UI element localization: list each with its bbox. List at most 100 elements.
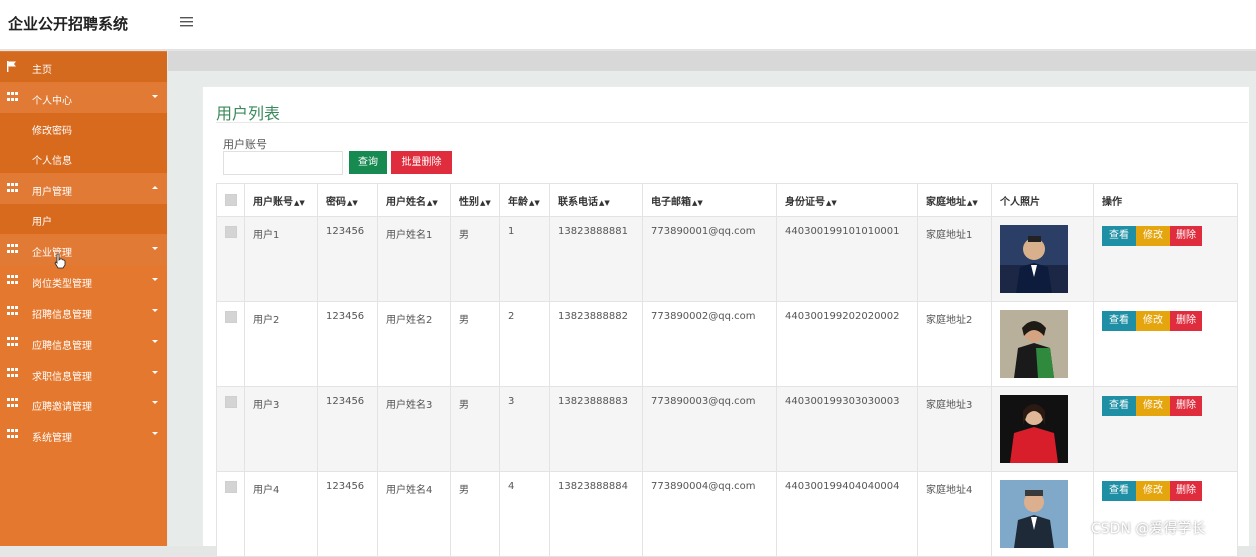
- view-button[interactable]: 查看: [1102, 481, 1136, 501]
- account-cell: 用户1: [244, 216, 318, 302]
- account-cell: 用户4: [244, 471, 318, 557]
- sidebar-item-invitation-management[interactable]: 应聘邀请管理: [0, 389, 167, 419]
- sidebar-item-personal-info[interactable]: 个人信息: [0, 143, 167, 173]
- batch-delete-button[interactable]: 批量删除: [391, 151, 452, 174]
- sidebar-item-label: 用户: [32, 217, 52, 228]
- sidebar-item-users[interactable]: 用户: [0, 204, 167, 234]
- delete-button[interactable]: 删除: [1170, 226, 1202, 246]
- sidebar-item-label: 求职信息管理: [32, 372, 92, 383]
- column-header-label: 操作: [1102, 196, 1122, 208]
- select-all-checkbox[interactable]: [225, 193, 237, 206]
- grid-icon: [7, 429, 18, 440]
- divider: [216, 122, 1248, 123]
- email-cell: 773890002@qq.com: [642, 301, 777, 387]
- chevron-down-icon: [152, 340, 158, 343]
- sidebar-item-recruitment-info-management[interactable]: 招聘信息管理: [0, 297, 167, 327]
- phone-cell: 13823888882: [549, 301, 643, 387]
- name-cell: 用户姓名2: [377, 301, 451, 387]
- delete-button[interactable]: 删除: [1170, 311, 1202, 331]
- actions-cell: 查看 修改 删除: [1093, 216, 1238, 302]
- column-header[interactable]: 性别▲▼: [450, 183, 500, 217]
- sidebar-item-label: 修改密码: [32, 126, 72, 137]
- column-header-label: 用户姓名: [386, 196, 426, 208]
- delete-button[interactable]: 删除: [1170, 396, 1202, 416]
- column-header-label: 联系电话: [558, 196, 598, 208]
- sidebar-item-personal-center[interactable]: 个人中心: [0, 83, 167, 113]
- edit-button[interactable]: 修改: [1136, 396, 1170, 416]
- edit-button[interactable]: 修改: [1136, 226, 1170, 246]
- sort-icon: ▲▼: [427, 198, 438, 207]
- id-card-cell: 440300199101010001: [776, 216, 918, 302]
- view-button[interactable]: 查看: [1102, 396, 1136, 416]
- column-header-label: 年龄: [508, 196, 528, 208]
- sidebar-item-home[interactable]: 主页: [0, 52, 167, 82]
- user-table: 用户账号▲▼ 密码▲▼ 用户姓名▲▼ 性别▲▼ 年龄▲▼ 联系电话▲▼ 电子邮箱…: [216, 183, 1238, 557]
- email-cell: 773890001@qq.com: [642, 216, 777, 302]
- gender-cell: 男: [450, 386, 500, 472]
- search-input[interactable]: [223, 151, 343, 175]
- column-header[interactable]: 密码▲▼: [317, 183, 378, 217]
- row-select-cell: [216, 386, 245, 472]
- column-header-label: 性别: [459, 196, 479, 208]
- name-cell: 用户姓名1: [377, 216, 451, 302]
- edit-button[interactable]: 修改: [1136, 481, 1170, 501]
- column-header-label: 电子邮箱: [651, 196, 691, 208]
- gender-cell: 男: [450, 471, 500, 557]
- column-header-label: 家庭地址: [926, 196, 966, 208]
- delete-button[interactable]: 删除: [1170, 481, 1202, 501]
- sidebar-item-label: 个人中心: [32, 96, 72, 107]
- id-card-cell: 440300199404040004: [776, 471, 918, 557]
- gender-cell: 男: [450, 301, 500, 387]
- chevron-down-icon: [152, 95, 158, 98]
- sort-icon: ▲▼: [692, 198, 703, 207]
- column-header-label: 个人照片: [1000, 196, 1040, 208]
- table-row: 用户2 123456 用户姓名2 男 2 13823888882 7738900…: [216, 301, 1238, 387]
- row-checkbox[interactable]: [225, 396, 237, 408]
- row-select-cell: [216, 471, 245, 557]
- column-header[interactable]: 身份证号▲▼: [776, 183, 918, 217]
- edit-button[interactable]: 修改: [1136, 311, 1170, 331]
- sort-icon: ▲▼: [347, 198, 358, 207]
- photo-cell: [991, 386, 1094, 472]
- sidebar-item-label: 招聘信息管理: [32, 310, 92, 321]
- sidebar-item-enterprise-management[interactable]: 企业管理: [0, 235, 167, 265]
- column-header[interactable]: 用户姓名▲▼: [377, 183, 451, 217]
- column-header[interactable]: 年龄▲▼: [499, 183, 550, 217]
- row-checkbox[interactable]: [225, 311, 237, 323]
- app-title: 企业公开招聘系统: [8, 15, 129, 33]
- chevron-down-icon: [152, 278, 158, 281]
- hamburger-menu-icon[interactable]: [180, 14, 194, 32]
- actions-cell: 查看 修改 删除: [1093, 386, 1238, 472]
- sidebar-item-job-seeking-info-management[interactable]: 求职信息管理: [0, 359, 167, 389]
- sidebar-item-change-password[interactable]: 修改密码: [0, 113, 167, 143]
- sidebar-item-system-management[interactable]: 系统管理: [0, 420, 167, 450]
- query-button[interactable]: 查询: [349, 151, 387, 174]
- view-button[interactable]: 查看: [1102, 311, 1136, 331]
- grid-icon: [7, 275, 18, 286]
- column-header[interactable]: 家庭地址▲▼: [917, 183, 992, 217]
- column-header[interactable]: 用户账号▲▼: [244, 183, 318, 217]
- sidebar-item-user-management[interactable]: 用户管理: [0, 174, 167, 204]
- sidebar-item-label: 企业管理: [32, 248, 72, 259]
- row-checkbox[interactable]: [225, 226, 237, 238]
- sort-icon: ▲▼: [480, 198, 491, 207]
- sort-icon: ▲▼: [826, 198, 837, 207]
- phone-cell: 13823888881: [549, 216, 643, 302]
- grid-icon: [7, 244, 18, 255]
- column-header[interactable]: 电子邮箱▲▼: [642, 183, 777, 217]
- table-row: 用户4 123456 用户姓名4 男 4 13823888884 7738900…: [216, 471, 1238, 557]
- page-title: 用户列表: [216, 104, 281, 123]
- sort-icon: ▲▼: [599, 198, 610, 207]
- row-checkbox[interactable]: [225, 481, 237, 493]
- column-header: 个人照片: [991, 183, 1094, 217]
- age-cell: 3: [499, 386, 550, 472]
- actions-cell: 查看 修改 删除: [1093, 301, 1238, 387]
- view-button[interactable]: 查看: [1102, 226, 1136, 246]
- sidebar-item-job-type-management[interactable]: 岗位类型管理: [0, 266, 167, 296]
- chevron-down-icon: [152, 371, 158, 374]
- column-header[interactable]: 联系电话▲▼: [549, 183, 643, 217]
- sidebar-item-application-info-management[interactable]: 应聘信息管理: [0, 328, 167, 358]
- table-row: 用户3 123456 用户姓名3 男 3 13823888883 7738900…: [216, 386, 1238, 472]
- age-cell: 4: [499, 471, 550, 557]
- password-cell: 123456: [317, 301, 378, 387]
